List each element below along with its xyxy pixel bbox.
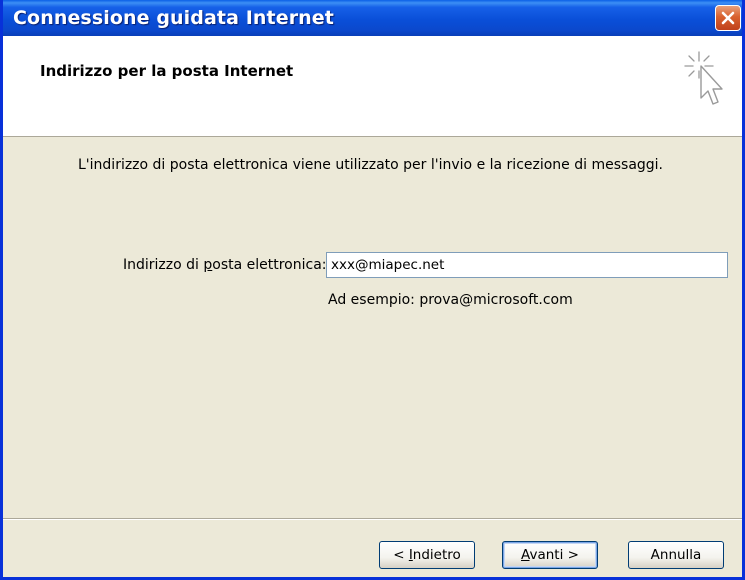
back-button[interactable]: < Indietro <box>379 541 475 569</box>
wizard-window: Connessione guidata Internet Indirizzo p… <box>0 0 745 580</box>
email-label-pre: Indirizzo di <box>123 257 204 273</box>
wizard-cursor-icon <box>684 51 723 105</box>
back-label-post: ndietro <box>412 547 461 563</box>
email-field[interactable] <box>326 252 728 278</box>
close-icon <box>721 11 735 25</box>
window-title: Connessione guidata Internet <box>13 7 334 29</box>
email-label: Indirizzo di posta elettronica: <box>123 257 327 273</box>
email-label-post: osta elettronica: <box>212 257 327 273</box>
example-text: Ad esempio: prova@microsoft.com <box>328 292 573 308</box>
cancel-button[interactable]: Annulla <box>628 541 724 569</box>
separator <box>3 518 742 520</box>
back-label-pre: < <box>393 547 409 563</box>
next-button[interactable]: Avanti > <box>502 541 598 569</box>
wizard-header: Indirizzo per la posta Internet <box>3 36 742 137</box>
email-label-mnemonic: p <box>203 257 213 273</box>
description-text: L'indirizzo di posta elettronica viene u… <box>78 157 664 173</box>
page-title: Indirizzo per la posta Internet <box>40 62 294 80</box>
close-button[interactable] <box>715 5 741 31</box>
title-bar[interactable]: Connessione guidata Internet <box>3 0 742 36</box>
next-label-post: vanti > <box>529 547 579 563</box>
wizard-content: L'indirizzo di posta elettronica viene u… <box>3 137 742 517</box>
